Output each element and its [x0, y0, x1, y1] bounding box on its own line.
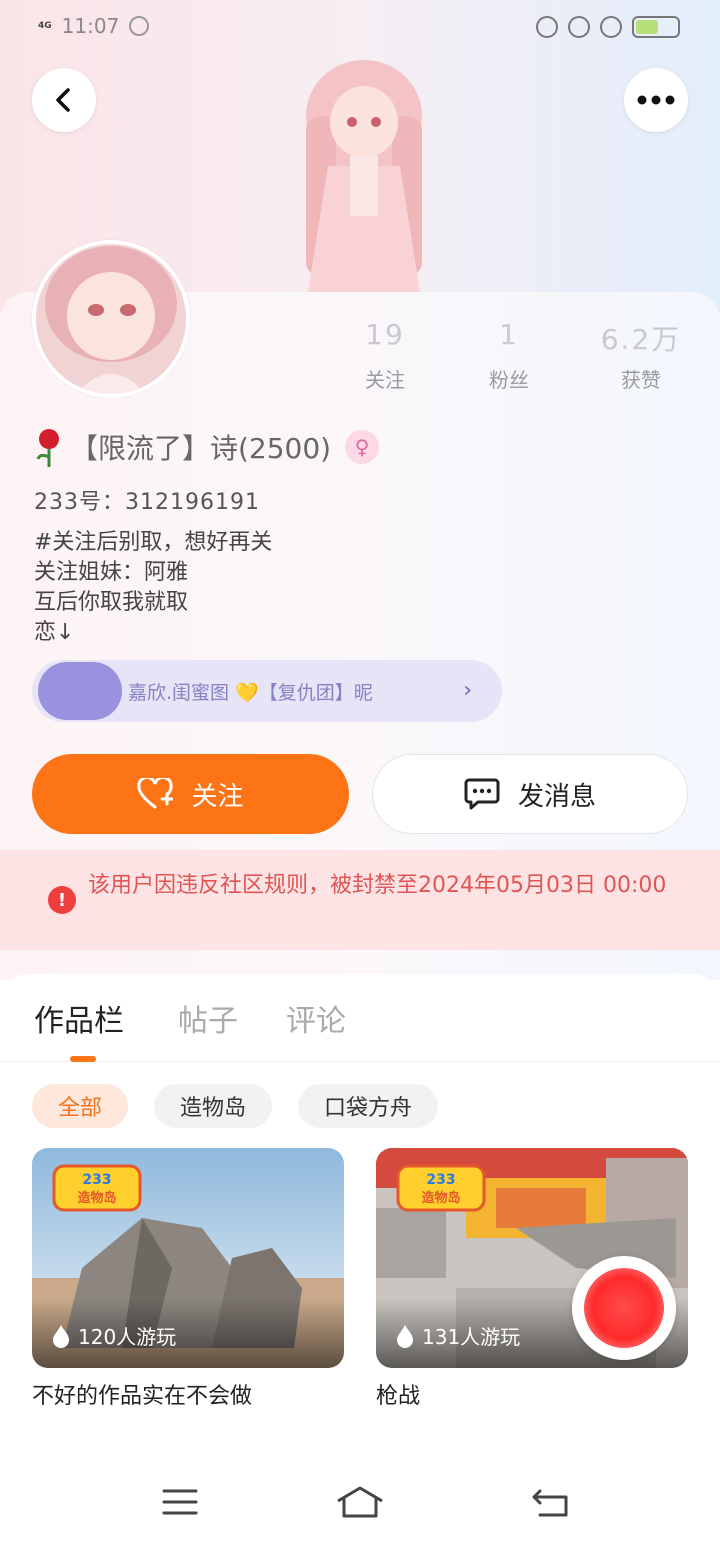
- play-count-text: 131人游玩: [422, 1325, 521, 1349]
- bell-icon: [568, 16, 590, 38]
- stat-following[interactable]: 19 关注: [330, 318, 440, 393]
- username: 【限流了】诗(2500): [70, 432, 332, 465]
- bio-line: 互后你取我就取: [34, 590, 189, 615]
- avatar-image: [36, 244, 186, 394]
- menu-button[interactable]: [156, 1482, 204, 1522]
- flame-icon: [397, 1324, 413, 1348]
- filter-all[interactable]: 全部: [32, 1084, 129, 1128]
- alert-icon: !: [48, 886, 76, 914]
- chevron-right-icon: ›: [463, 678, 472, 703]
- badge-text-line: 233: [82, 1172, 111, 1188]
- following-count: 19: [365, 318, 405, 351]
- bio-line: 恋↓: [34, 620, 75, 645]
- guild-link[interactable]: 嘉欣.闺蜜图 💛【复仇团】昵 ›: [32, 660, 502, 722]
- floating-avatar-image: [584, 1268, 664, 1348]
- username-row: 【限流了】诗(2500) ♀: [34, 424, 380, 470]
- likes-label: 获赞: [621, 368, 661, 392]
- follow-label: 关注: [191, 781, 244, 812]
- heart-plus-icon: [137, 778, 174, 809]
- play-count-text: 120人游玩: [78, 1325, 177, 1349]
- tab-works[interactable]: 作品栏: [34, 996, 124, 1040]
- home-icon: [337, 1486, 383, 1518]
- filter-pocket-ark[interactable]: 口袋方舟: [298, 1084, 439, 1128]
- floating-avatar-button[interactable]: [572, 1256, 676, 1360]
- user-id: 233号：312196191: [34, 490, 260, 515]
- active-tab-indicator: [70, 1056, 96, 1062]
- work-filters: 全部 造物岛 口袋方舟: [32, 1084, 439, 1128]
- bio-line: 关注姐妹：阿雅: [34, 560, 189, 585]
- fans-count: 1: [499, 318, 519, 351]
- alarm-icon: [536, 16, 558, 38]
- content-tabs: 作品栏 帖子 评论: [0, 996, 720, 1062]
- following-label: 关注: [365, 368, 405, 392]
- ban-notice-text: 该用户因违反社区规则，被封禁至2024年05月03日 00:00: [88, 873, 667, 898]
- play-count: 131人游玩: [396, 1321, 520, 1350]
- filter-creation-island[interactable]: 造物岛: [154, 1084, 273, 1128]
- guild-emblem-icon: [38, 662, 122, 720]
- creation-island-logo: 233 造物岛: [52, 1164, 142, 1212]
- more-options-button[interactable]: [624, 68, 688, 132]
- notification-icon: [129, 16, 150, 36]
- message-label: 发消息: [517, 781, 596, 812]
- likes-count: 6.2万: [600, 323, 682, 356]
- wifi-icon: [600, 16, 622, 38]
- play-count: 120人游玩: [52, 1321, 176, 1350]
- clock: 11:07: [61, 14, 120, 38]
- return-icon: [532, 1489, 568, 1517]
- chevron-left-icon: [56, 88, 70, 112]
- guild-name: 嘉欣.闺蜜图 💛【复仇团】昵: [128, 681, 373, 704]
- profile-character-illustration: [306, 60, 422, 292]
- work-thumbnail: 233 造物岛 120人游玩: [32, 1148, 344, 1368]
- fans-label: 粉丝: [489, 368, 529, 392]
- profile-stats: 19 关注 1 粉丝 6.2万 获赞: [330, 318, 690, 398]
- more-dots-icon: [637, 95, 675, 105]
- battery-icon: [632, 16, 680, 38]
- system-navigation-bar: [0, 1460, 720, 1544]
- badge-text-line: 造物岛: [421, 1190, 460, 1206]
- badge-text-line: 233: [426, 1172, 455, 1188]
- chat-bubble-icon: [464, 778, 500, 810]
- flame-icon: [53, 1324, 69, 1348]
- avatar[interactable]: [32, 240, 190, 398]
- creation-island-logo: 233 造物岛: [396, 1164, 486, 1212]
- send-message-button[interactable]: 发消息: [372, 754, 688, 834]
- follow-button[interactable]: 关注: [32, 754, 349, 834]
- back-nav-button[interactable]: [526, 1482, 574, 1522]
- stat-fans[interactable]: 1 粉丝: [454, 318, 564, 393]
- tab-posts[interactable]: 帖子: [178, 996, 238, 1040]
- female-gender-icon: ♀: [345, 430, 380, 464]
- menu-icon: [162, 1489, 198, 1515]
- stat-likes[interactable]: 6.2万 获赞: [586, 318, 696, 393]
- work-title: 不好的作品实在不会做: [32, 1384, 253, 1409]
- home-button[interactable]: [336, 1482, 384, 1522]
- ban-notice: ! 该用户因违反社区规则，被封禁至2024年05月03日 00:00: [0, 850, 720, 950]
- tab-comments[interactable]: 评论: [286, 996, 346, 1040]
- work-card[interactable]: 233 造物岛 120人游玩 不好的作品实在不会做: [32, 1148, 344, 1410]
- badge-text-line: 造物岛: [77, 1190, 116, 1206]
- back-button[interactable]: [32, 68, 96, 132]
- network-indicator: 4G: [38, 21, 52, 31]
- work-title: 枪战: [376, 1384, 421, 1409]
- status-bar: 4G 11:07: [0, 0, 720, 56]
- bio-line: #关注后别取，想好再关: [34, 530, 273, 555]
- rose-icon: [36, 429, 59, 467]
- bio: #关注后别取，想好再关 关注姐妹：阿雅 互后你取我就取 恋↓: [34, 528, 272, 648]
